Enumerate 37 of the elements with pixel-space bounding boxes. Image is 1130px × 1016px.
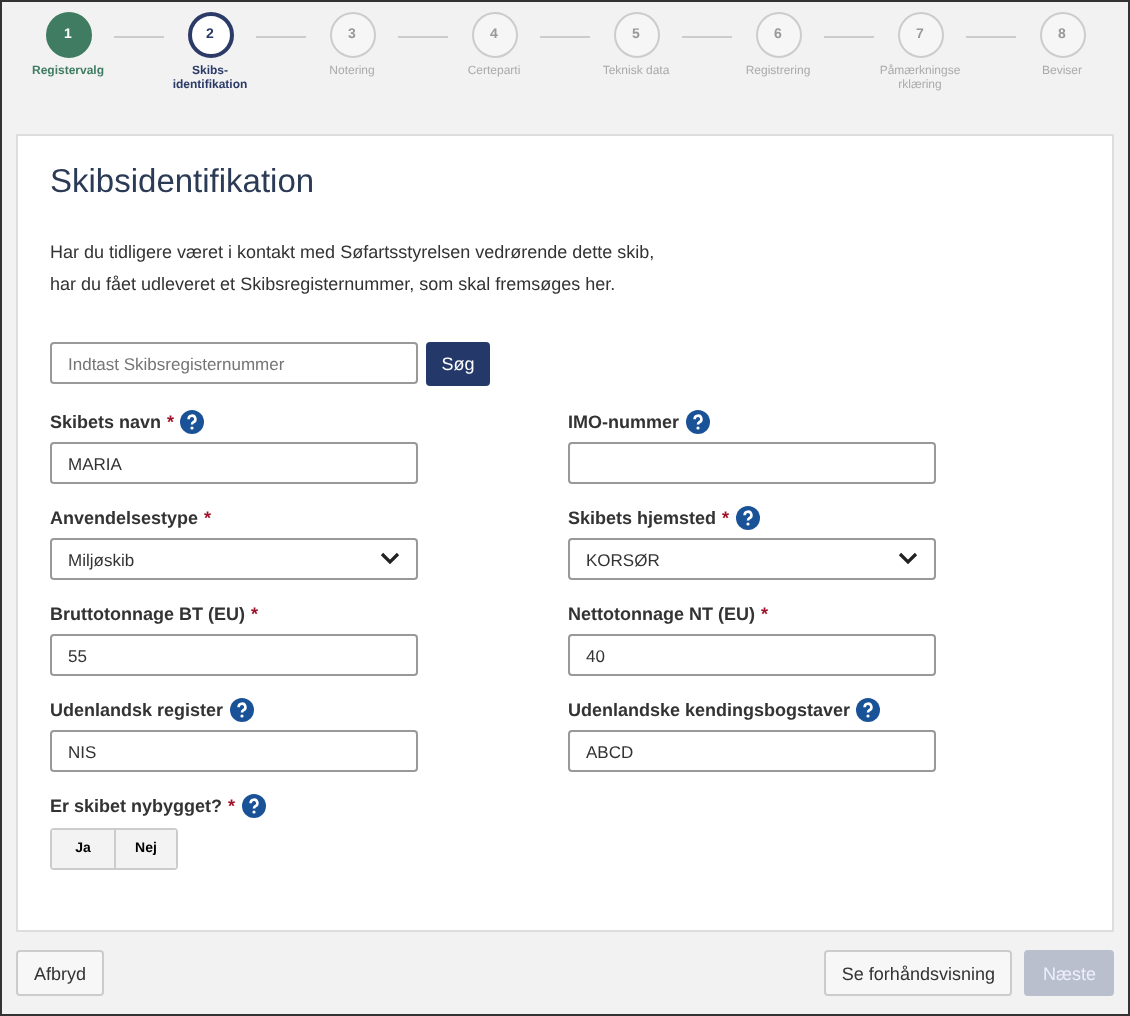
help-icon[interactable]	[685, 410, 710, 434]
help-icon[interactable]	[180, 410, 205, 434]
text-field[interactable]: ABCD	[568, 730, 936, 772]
field-label: Skibets hjemsted	[568, 508, 717, 528]
field-label: Nettotonnage NT (EU)	[568, 604, 755, 624]
field-label: Er skibet nybygget?	[50, 796, 223, 816]
help-icon[interactable]	[229, 698, 254, 722]
section-title: Skibsidentifikation	[50, 164, 317, 202]
required-mark: *	[167, 412, 175, 432]
field-label: Anvendelsestype	[50, 508, 199, 528]
cancel-button[interactable]: Afbryd	[16, 950, 105, 996]
required-mark: *	[228, 796, 236, 816]
help-icon[interactable]	[856, 698, 881, 722]
dropdown-field[interactable]: Miljøskib	[50, 538, 418, 580]
help-icon[interactable]	[735, 506, 760, 530]
field-label: Bruttotonnage BT (EU)	[50, 604, 245, 624]
preview-button[interactable]: Se forhåndsvisning	[823, 950, 1013, 996]
chevron-down-icon	[898, 552, 918, 566]
text-field[interactable]: 40	[568, 634, 936, 676]
search-button[interactable]: Søg	[426, 342, 490, 386]
required-mark: *	[204, 508, 212, 528]
search-field[interactable]: Indtast Skibsregisternummer	[50, 342, 418, 384]
field-label: Skibets navn	[50, 412, 162, 432]
required-mark: *	[761, 604, 769, 624]
dropdown-field[interactable]: KORSØR	[568, 538, 936, 580]
field-label: Udenlandsk register	[50, 700, 224, 720]
text-field[interactable]: NIS	[50, 730, 418, 772]
text-field[interactable]: 55	[50, 634, 418, 676]
required-mark: *	[722, 508, 730, 528]
field-label: IMO-nummer	[568, 412, 680, 432]
chevron-down-icon	[380, 552, 400, 566]
help-icon[interactable]	[241, 794, 266, 818]
text-field[interactable]	[568, 442, 936, 484]
intro-text: Har du tidligere været i kontakt med Søfartsstyrelsen vedrørende dette skib, har du fået udleveret et Skibsregisternummer, som skal fremsøges her.	[50, 240, 657, 298]
required-mark: *	[250, 604, 258, 624]
field-label: Udenlandske kendingsbogstaver	[568, 700, 851, 720]
text-field[interactable]: MARIA	[50, 442, 418, 484]
